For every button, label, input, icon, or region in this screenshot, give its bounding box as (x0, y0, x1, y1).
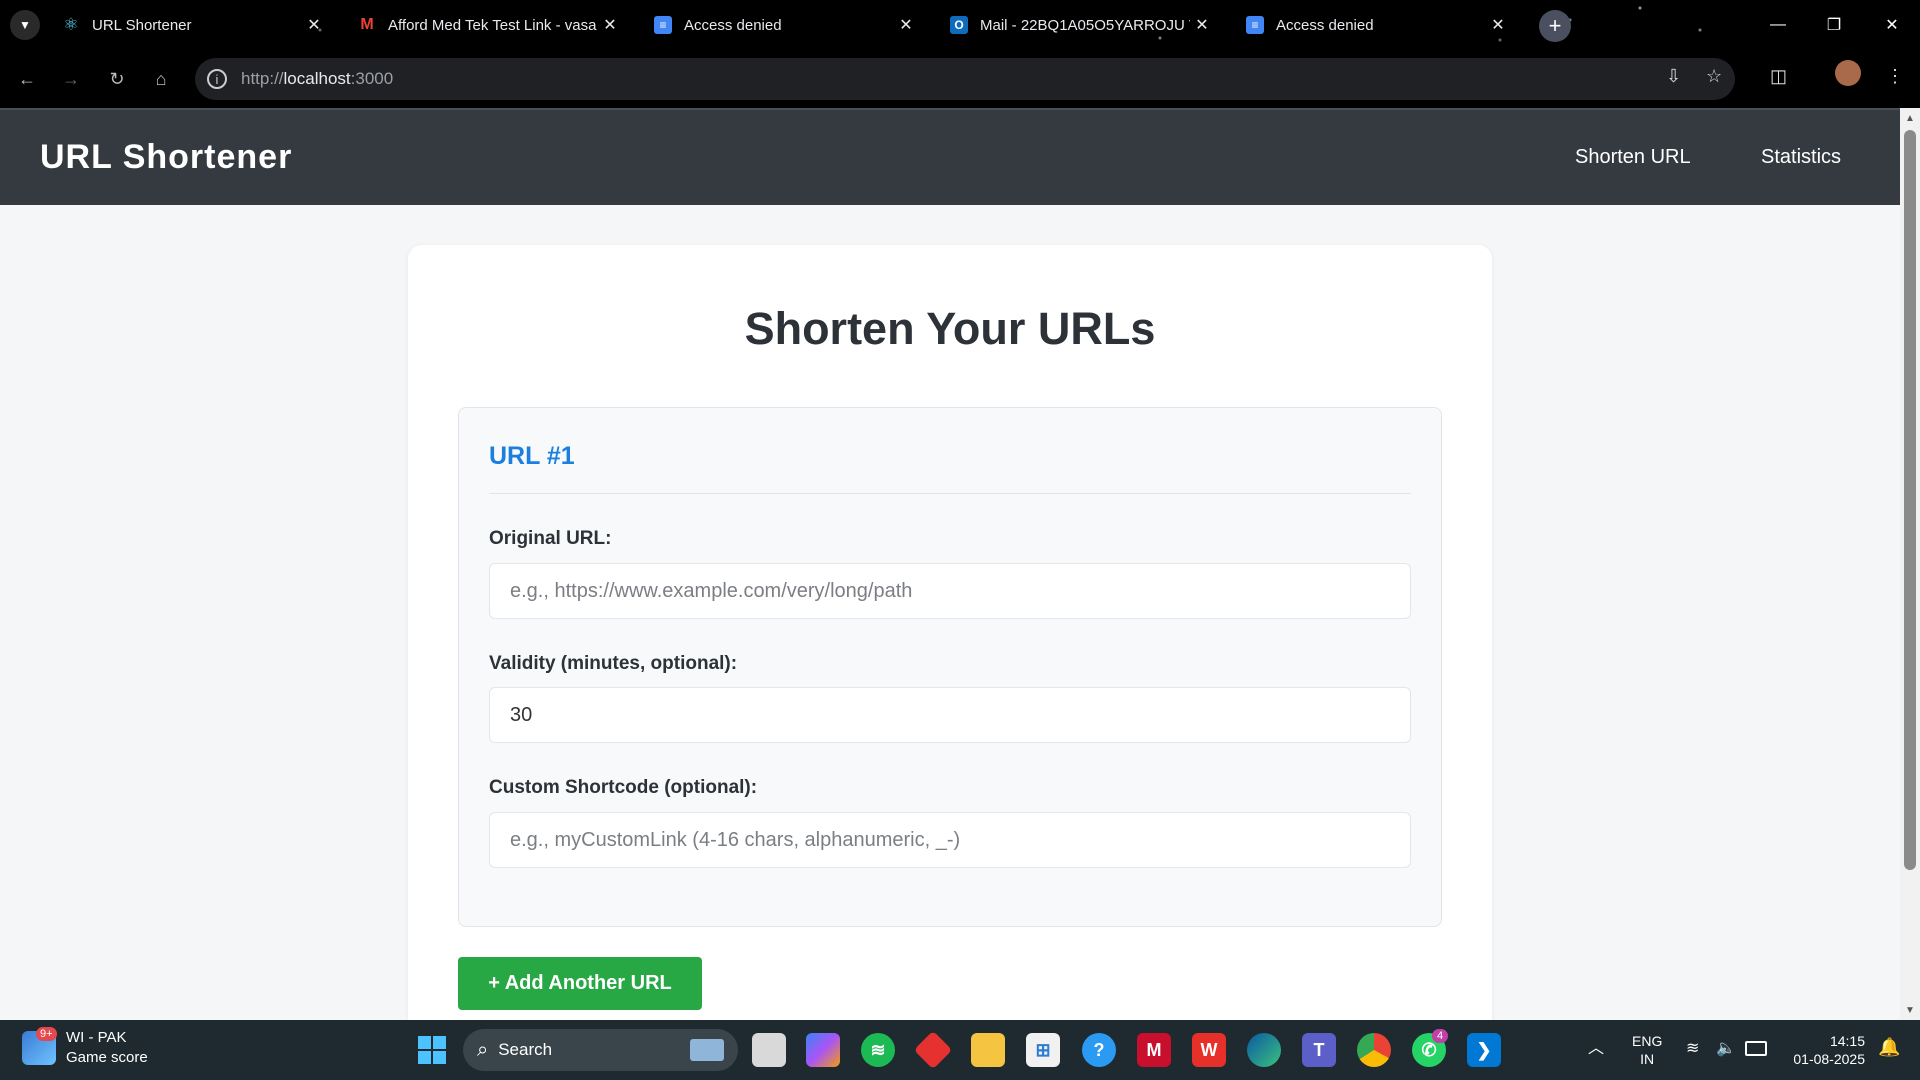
reload-icon[interactable]: ↻ (102, 64, 132, 94)
site-info-icon[interactable]: i (207, 69, 227, 89)
scroll-up-icon[interactable]: ▲ (1900, 108, 1920, 128)
menu-kebab-icon[interactable]: ⋮ (1886, 66, 1904, 87)
task-view-icon[interactable] (752, 1033, 786, 1067)
tab-access-denied-2[interactable]: ≡ Access denied ✕ (1234, 8, 1518, 42)
url-entry-1: URL #1 Original URL: Validity (minutes, … (458, 407, 1442, 927)
validity-input[interactable] (489, 687, 1411, 743)
bookmark-star-icon[interactable]: ☆ (1706, 66, 1722, 87)
tab-strip: ▼ ⚛ URL Shortener ✕ M Afford Med Tek Tes… (0, 0, 1920, 50)
language-indicator[interactable]: ENG IN (1632, 1032, 1662, 1068)
page-title: Shorten Your URLs (744, 303, 1156, 354)
nav-shorten-url[interactable]: Shorten URL (1575, 146, 1691, 169)
react-icon: ⚛ (63, 15, 79, 34)
weather-widget[interactable]: 9+ WI - PAK Game score (22, 1027, 148, 1068)
battery-icon[interactable] (1745, 1041, 1767, 1056)
copilot-icon[interactable] (806, 1033, 840, 1067)
search-highlight-icon (690, 1039, 724, 1061)
edge-icon[interactable] (1247, 1033, 1281, 1067)
mcafee-icon[interactable]: M (1137, 1033, 1171, 1067)
url-text: http://localhost:3000 (241, 69, 394, 88)
close-icon[interactable]: ✕ (894, 15, 918, 35)
tab-title: URL Shortener (92, 16, 192, 34)
app-header: URL Shortener Shorten URL Statistics (0, 108, 1900, 205)
toolbar: ← → ↻ ⌂ i http://localhost:3000 ⇩ ☆ ◫ ⋮ (0, 50, 1920, 108)
notification-bell-icon[interactable]: 🔔 (1878, 1038, 1900, 1056)
wifi-icon[interactable]: ≋ (1686, 1040, 1699, 1058)
tab-url-shortener[interactable]: ⚛ URL Shortener ✕ (50, 8, 334, 42)
gmail-icon: M (360, 16, 374, 33)
file-explorer-icon[interactable] (971, 1033, 1005, 1067)
new-tab-button[interactable]: + (1539, 10, 1571, 42)
lang-code: ENG (1632, 1033, 1663, 1049)
scroll-thumb[interactable] (1904, 130, 1916, 870)
docs-icon: ≡ (1246, 16, 1264, 34)
original-url-label: Original URL: (489, 528, 612, 549)
clock[interactable]: 14:15 01-08-2025 (1785, 1032, 1865, 1068)
add-another-url-button[interactable]: + Add Another URL (458, 957, 702, 1010)
tab-gmail[interactable]: M Afford Med Tek Test Link - vasa ✕ (346, 8, 630, 42)
restore-button[interactable]: ❐ (1806, 0, 1862, 50)
extensions-icon[interactable]: ◫ (1770, 66, 1787, 87)
profile-avatar[interactable] (1835, 60, 1861, 86)
page-scrollbar[interactable]: ▲ ▼ (1900, 108, 1920, 1020)
tab-search-button[interactable]: ▼ (10, 10, 40, 40)
window-close-button[interactable]: ✕ (1864, 0, 1920, 50)
scroll-down-icon[interactable]: ▼ (1900, 1000, 1920, 1020)
microsoft-store-icon[interactable]: ⊞ (1026, 1033, 1060, 1067)
taskbar-search[interactable]: ⌕ Search (463, 1029, 738, 1071)
tab-title: Access denied (1276, 16, 1374, 34)
close-icon[interactable]: ✕ (1486, 15, 1510, 35)
widget-title: WI - PAK (66, 1029, 127, 1046)
tab-outlook[interactable]: O Mail - 22BQ1A05O5YARROJU V ✕ (938, 8, 1222, 42)
clock-date: 01-08-2025 (1793, 1051, 1865, 1067)
shortener-card: Shorten Your URLs URL #1 Original URL: V… (408, 245, 1492, 1020)
search-label: Search (498, 1040, 553, 1059)
address-bar[interactable]: i http://localhost:3000 (195, 58, 1735, 100)
search-icon: ⌕ (477, 1038, 489, 1061)
install-app-icon[interactable]: ⇩ (1666, 66, 1681, 87)
shortcode-input[interactable] (489, 812, 1411, 868)
page-viewport: URL Shortener Shorten URL Statistics Sho… (0, 108, 1900, 1020)
forward-icon[interactable]: → (56, 64, 86, 94)
whatsapp-badge: 4 (1432, 1029, 1449, 1043)
start-icon[interactable] (415, 1033, 449, 1067)
taskbar: 9+ WI - PAK Game score ⌕ Search ≋ ⊞ ? M … (0, 1020, 1920, 1080)
app-diamond-icon[interactable] (913, 1030, 953, 1070)
chrome-icon[interactable] (1357, 1033, 1391, 1067)
volume-icon[interactable]: 🔈 (1716, 1040, 1736, 1058)
close-icon[interactable]: ✕ (302, 15, 326, 35)
nav-statistics[interactable]: Statistics (1761, 146, 1841, 169)
tab-title: Afford Med Tek Test Link - vasa (388, 16, 597, 34)
spotify-icon[interactable]: ≋ (861, 1033, 895, 1067)
widgets-icon: 9+ (22, 1027, 57, 1065)
back-icon[interactable]: ← (12, 64, 42, 94)
minimize-button[interactable]: — (1750, 0, 1806, 50)
validity-label: Validity (minutes, optional): (489, 653, 738, 674)
widget-badge: 9+ (36, 1027, 57, 1041)
tab-access-denied-1[interactable]: ≡ Access denied ✕ (642, 8, 926, 42)
show-hidden-icons-icon[interactable]: ︿ (1588, 1040, 1604, 1058)
original-url-input[interactable] (489, 563, 1411, 619)
close-icon[interactable]: ✕ (598, 15, 622, 35)
tab-title: Mail - 22BQ1A05O5YARROJU V (980, 16, 1190, 34)
shortcode-label: Custom Shortcode (optional): (489, 777, 758, 798)
docs-icon: ≡ (654, 16, 672, 34)
vscode-icon[interactable]: ❯ (1467, 1033, 1501, 1067)
outlook-icon: O (950, 16, 968, 34)
wps-office-icon[interactable]: W (1192, 1033, 1226, 1067)
home-icon[interactable]: ⌂ (146, 64, 176, 94)
app-brand[interactable]: URL Shortener (40, 138, 292, 177)
widget-subtitle: Game score (66, 1049, 148, 1066)
help-icon[interactable]: ? (1082, 1033, 1116, 1067)
url-entry-heading: URL #1 (489, 442, 575, 470)
divider (489, 493, 1411, 494)
clock-time: 14:15 (1829, 1033, 1865, 1049)
teams-icon[interactable]: T (1302, 1033, 1336, 1067)
close-icon[interactable]: ✕ (1190, 15, 1214, 35)
tab-title: Access denied (684, 16, 782, 34)
lang-region: IN (1640, 1051, 1655, 1067)
